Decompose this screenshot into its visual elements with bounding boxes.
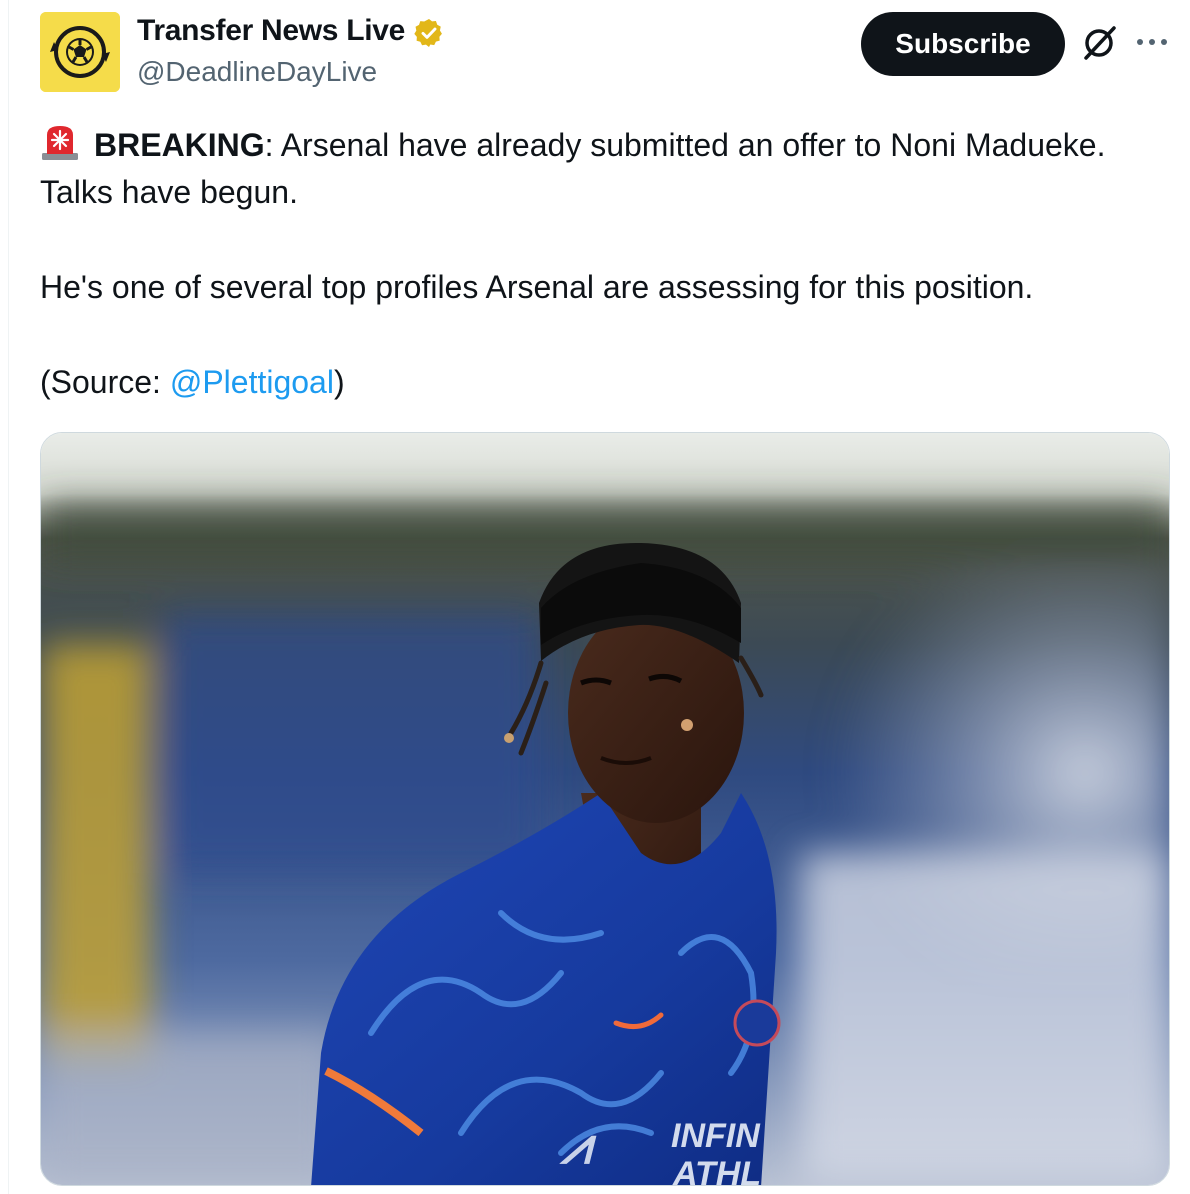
tweet-source: (Source: @Plettigoal): [40, 359, 1180, 406]
more-horizontal-icon[interactable]: [1132, 20, 1172, 60]
player-photo: ⩘ INFIN ATHL: [41, 433, 1169, 1186]
rotating-light-emoji: [42, 126, 78, 160]
tweet-line-2: Talks have begun.: [40, 174, 298, 210]
avatar[interactable]: [40, 12, 120, 92]
source-close: ): [333, 364, 345, 400]
tweet-paragraph-2: He's one of several top profiles Arsenal…: [40, 269, 1034, 305]
grok-icon[interactable]: [1078, 22, 1120, 64]
kit-sponsor-line-2: ATHL: [672, 1155, 761, 1186]
gold-verified-badge-icon[interactable]: [413, 17, 445, 49]
breaking-label: BREAKING: [94, 127, 265, 163]
tweet-text: BREAKING: Arsenal have already submitted…: [40, 122, 1180, 406]
subscribe-button[interactable]: Subscribe: [861, 12, 1065, 76]
left-divider: [8, 0, 9, 1194]
kit-sponsor-line-1: INFIN: [671, 1117, 761, 1155]
source-open: (Source:: [40, 364, 170, 400]
tweet-media-photo[interactable]: ⩘ INFIN ATHL: [40, 432, 1170, 1186]
tweet-line-1-text: : Arsenal have already submitted an offe…: [264, 127, 1106, 163]
tweet-line-1: BREAKING: Arsenal have already submitted…: [40, 122, 1180, 169]
display-name[interactable]: Transfer News Live: [137, 14, 405, 48]
handle[interactable]: @DeadlineDayLive: [137, 56, 377, 88]
source-mention-link[interactable]: @Plettigoal: [170, 364, 334, 400]
football-logo-icon: [40, 12, 120, 92]
